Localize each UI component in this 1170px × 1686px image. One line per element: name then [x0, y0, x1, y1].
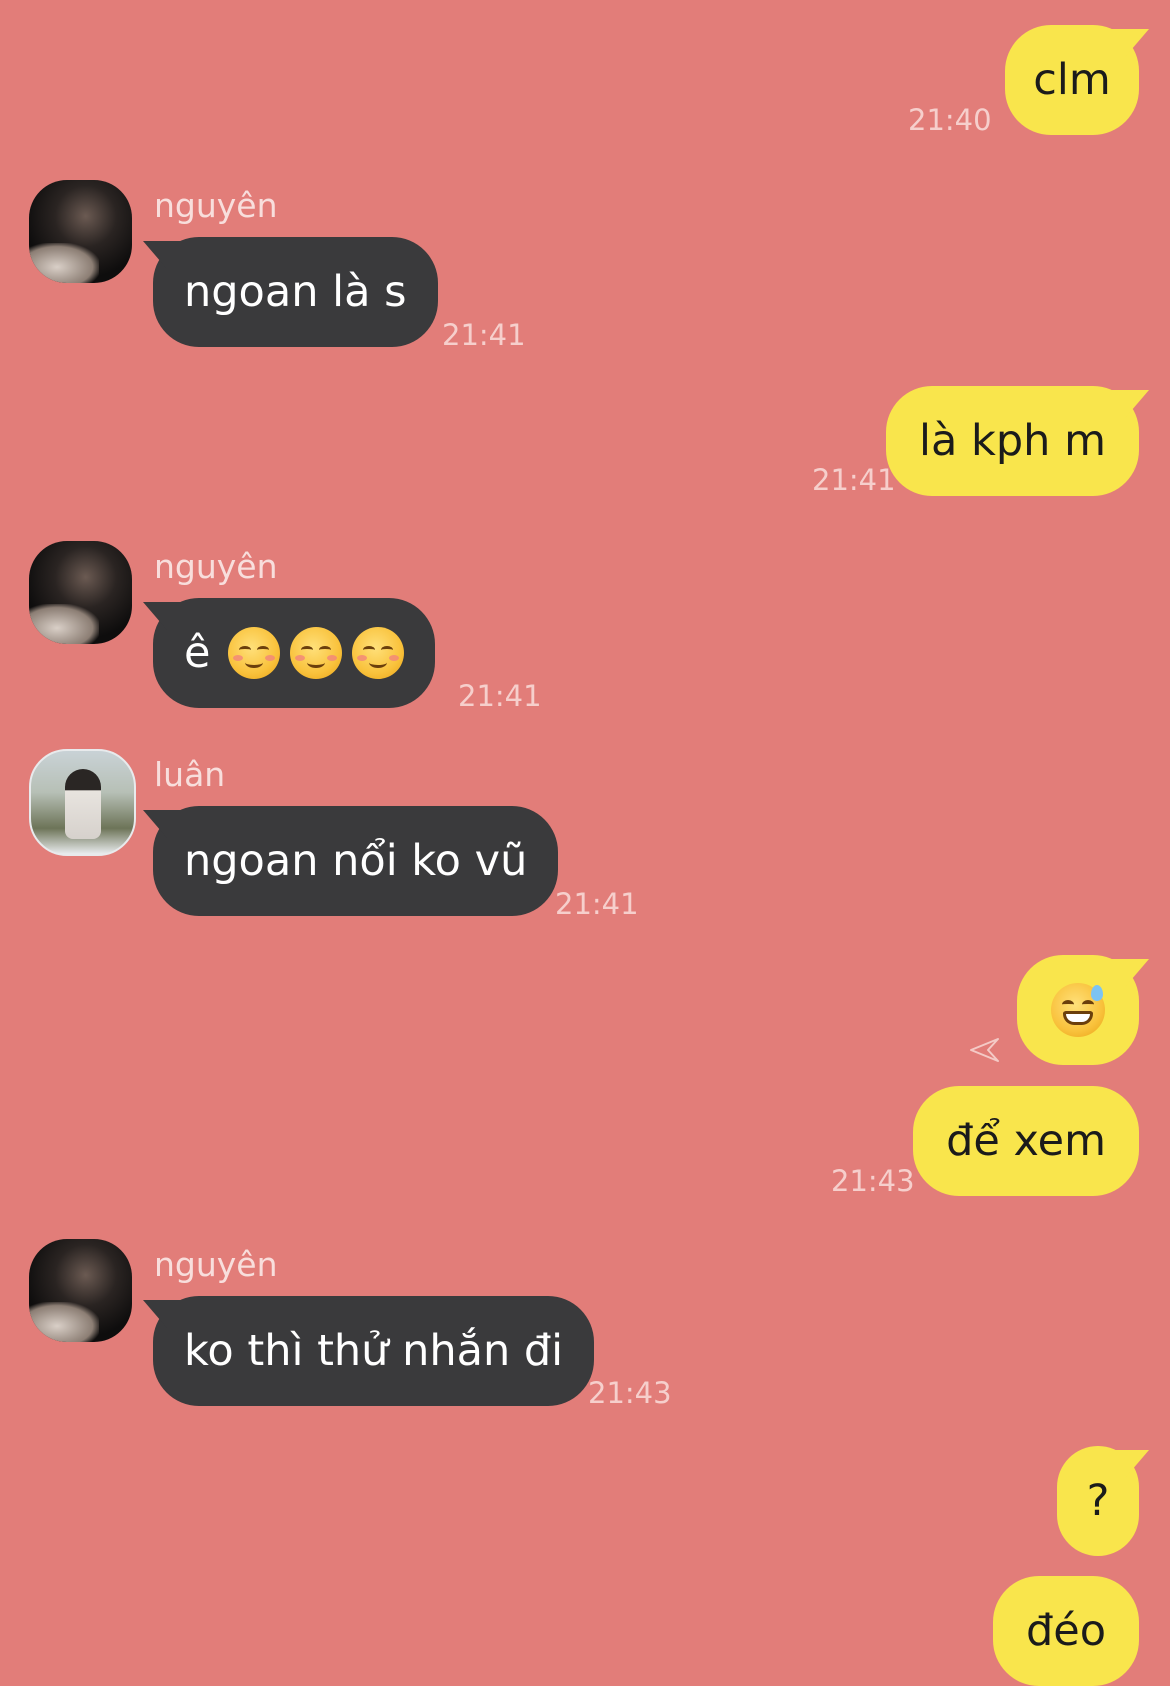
message-bubble[interactable]: ?: [1057, 1446, 1139, 1556]
message-bubble[interactable]: ko thì thử nhắn đi: [153, 1296, 595, 1406]
message-time: 21:41: [812, 463, 896, 497]
message-text: để xem: [946, 1115, 1106, 1166]
message-bubble[interactable]: là kph m: [886, 386, 1139, 496]
message-time: 21:43: [831, 1164, 915, 1198]
message-text: là kph m: [919, 415, 1106, 466]
message-bubble[interactable]: ê: [153, 598, 436, 708]
message-time: 21:43: [588, 1376, 672, 1410]
message-time: 21:41: [458, 679, 542, 713]
message-text: ko thì thử nhắn đi: [184, 1325, 564, 1376]
avatar[interactable]: [29, 749, 136, 856]
smiling-face-icon: [228, 627, 281, 679]
message-bubble[interactable]: ngoan là s: [153, 237, 438, 347]
message-text: ngoan nổi ko vũ: [184, 835, 528, 886]
message-text: ê: [184, 627, 211, 678]
sender-name: nguyên: [154, 186, 278, 225]
message-text: ?: [1086, 1475, 1110, 1526]
message-bubble[interactable]: [1017, 955, 1139, 1065]
message-time: 21:41: [555, 887, 639, 921]
message-bubble[interactable]: ngoan nổi ko vũ: [153, 806, 559, 916]
smiling-face-icon: [352, 627, 405, 679]
smiling-face-icon: [290, 627, 343, 679]
message-bubble[interactable]: để xem: [913, 1086, 1139, 1196]
avatar[interactable]: [29, 541, 132, 644]
send-icon[interactable]: [968, 1036, 1000, 1064]
message-text: đéo: [1025, 1605, 1106, 1656]
message-bubble[interactable]: đéo: [992, 1576, 1139, 1686]
sender-name: nguyên: [154, 1245, 278, 1284]
sender-name: nguyên: [154, 547, 278, 586]
grinning-sweat-icon: [1051, 983, 1105, 1037]
message-time: 21:40: [908, 103, 992, 137]
avatar[interactable]: [29, 180, 132, 283]
message-text: clm: [1033, 54, 1111, 105]
message-time: 21:41: [442, 318, 526, 352]
message-text: ngoan là s: [184, 266, 407, 317]
sender-name: luân: [154, 755, 226, 794]
message-bubble[interactable]: clm: [1005, 25, 1139, 135]
avatar[interactable]: [29, 1239, 132, 1342]
